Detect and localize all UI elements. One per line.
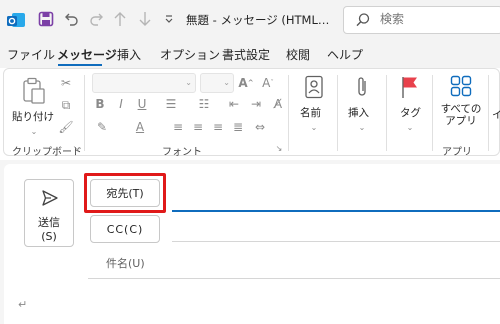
address-book-icon [305, 75, 323, 99]
cc-field[interactable] [172, 241, 500, 242]
chevron-down-icon: ⌄ [310, 122, 318, 132]
title-bar: 無題 - メッセージ (HTML… [0, 0, 500, 40]
group-divider [488, 75, 489, 151]
decrease-indent-icon[interactable]: ⇤ [226, 96, 242, 112]
highlighter-icon[interactable]: ✎ [94, 119, 110, 135]
subject-label: 件名(U) [106, 257, 145, 270]
truncated-ribbon-label: イ [492, 109, 500, 121]
compose-panel [4, 164, 500, 324]
underline-icon[interactable]: U [134, 96, 150, 112]
to-field[interactable] [172, 210, 500, 212]
increase-indent-icon[interactable]: ⇥ [248, 96, 264, 112]
shrink-font-icon[interactable]: Aˇ [260, 75, 276, 91]
chevron-down-icon: ⌄ [406, 122, 414, 132]
tab-message[interactable]: メッセージ [57, 46, 117, 63]
chevron-down-icon: ⌄ [30, 126, 38, 136]
active-tab-indicator [58, 64, 102, 66]
window-title: 無題 - メッセージ (HTML… [186, 13, 330, 27]
group-divider [337, 75, 338, 151]
dialog-launcher-icon[interactable]: ↘ [274, 143, 284, 153]
format-painter-icon[interactable]: 🖌 [58, 119, 74, 135]
subject-field[interactable] [88, 278, 500, 279]
ribbon-tabs: ファイル メッセージ 挿入 オプション 書式設定 校閲 ヘルプ [0, 40, 500, 68]
tags-label: タグ [400, 107, 421, 119]
flag-icon [402, 77, 417, 98]
search-input[interactable] [380, 12, 490, 26]
group-divider [84, 75, 85, 151]
align-left-icon[interactable]: ≡ [170, 119, 186, 135]
italic-icon[interactable]: I [113, 96, 129, 112]
tab-options[interactable]: オプション [160, 46, 220, 63]
ribbon: 貼り付け ⌄ ✂ ⧉ 🖌 クリップボード ↘ ⌄ ⌄ A ^ Aˇ B I U ☰… [3, 68, 500, 158]
arrow-up-icon[interactable] [111, 10, 129, 28]
bullets-icon[interactable]: ☰ [163, 96, 179, 112]
apps-group-label: アプリ [442, 147, 472, 158]
group-divider [386, 75, 387, 151]
tab-insert[interactable]: 挿入 [117, 46, 141, 63]
outlook-app-icon[interactable] [6, 10, 26, 30]
align-center-icon[interactable]: ≡ [190, 119, 206, 135]
send-button[interactable]: 送信 (S) [24, 179, 74, 247]
dialog-launcher-icon[interactable]: ↘ [71, 143, 81, 153]
copy-icon[interactable]: ⧉ [58, 97, 74, 113]
redo-icon[interactable] [88, 10, 106, 28]
send-label: 送信 (S) [38, 216, 60, 243]
tab-file[interactable]: ファイル [7, 46, 55, 63]
names-button[interactable]: 名前 ⌄ [294, 73, 334, 137]
send-icon [42, 190, 58, 206]
paste-label: 貼り付け [12, 111, 54, 123]
compose-area [0, 160, 500, 324]
font-group-label: フォント [162, 147, 202, 158]
insert-button[interactable]: 挿入 ⌄ [342, 73, 382, 137]
clear-formatting-icon[interactable]: A̸ [270, 96, 286, 112]
tab-format[interactable]: 書式設定 [222, 46, 270, 63]
chevron-down-icon: ⌄ [358, 122, 366, 132]
group-divider [432, 75, 433, 151]
font-size-dropdown[interactable]: ⌄ [200, 73, 234, 93]
names-label: 名前 [300, 107, 321, 119]
font-family-dropdown[interactable]: ⌄ [92, 73, 196, 93]
apps-grid-icon [450, 75, 472, 97]
font-color-icon[interactable]: A [132, 119, 148, 135]
group-divider [288, 75, 289, 151]
paperclip-icon [358, 77, 366, 96]
bold-icon[interactable]: B [92, 96, 108, 112]
paste-button[interactable]: 貼り付け ⌄ [12, 75, 54, 136]
grow-font-icon[interactable]: A ^ [238, 75, 254, 91]
tab-review[interactable]: 校閲 [286, 46, 310, 63]
cut-icon[interactable]: ✂ [58, 75, 74, 91]
tab-help[interactable]: ヘルプ [327, 46, 363, 63]
cc-button[interactable]: CC(C) [90, 215, 160, 243]
all-apps-button[interactable]: すべての アプリ [436, 73, 486, 137]
paragraph-mark: ↵ [18, 298, 28, 311]
tags-button[interactable]: タグ ⌄ [390, 73, 430, 137]
justify-icon[interactable]: ≣ [230, 119, 246, 135]
text-direction-icon[interactable]: ⇔ [252, 119, 268, 135]
customize-quick-access-icon[interactable] [160, 10, 178, 28]
to-button[interactable]: 宛先(T) [90, 179, 160, 207]
save-icon[interactable] [37, 10, 55, 28]
clipboard-icon [23, 77, 45, 104]
align-right-icon[interactable]: ≡ [210, 119, 226, 135]
arrow-down-icon[interactable] [136, 10, 154, 28]
undo-icon[interactable] [62, 10, 80, 28]
all-apps-label: すべての アプリ [440, 103, 482, 127]
numbering-icon[interactable]: ☷ [196, 96, 212, 112]
insert-label: 挿入 [348, 107, 369, 119]
search-box[interactable] [343, 6, 500, 34]
search-icon [356, 13, 370, 27]
